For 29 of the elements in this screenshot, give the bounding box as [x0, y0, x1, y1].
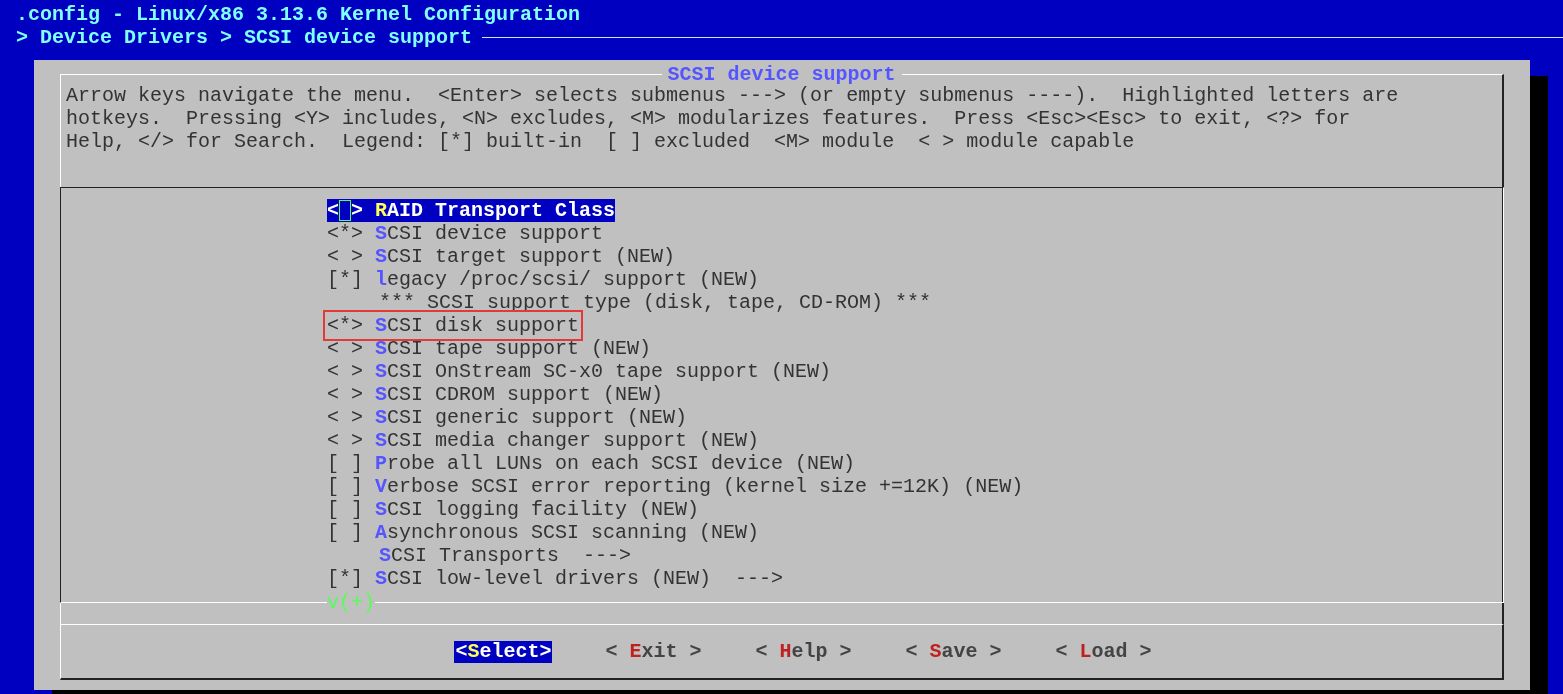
menu-button[interactable]: < Save > [904, 640, 1003, 663]
menu-button[interactable]: < Help > [754, 640, 853, 663]
menu-item[interactable]: SCSI Transports ---> [379, 544, 632, 567]
breadcrumb: > Device Drivers > SCSI device support [16, 26, 473, 49]
menu-item[interactable]: [ ] Asynchronous SCSI scanning (NEW) [327, 521, 760, 544]
help-text: Help, </> for Search. Legend: [*] built-in [ ] excluded <M> module < > module capable [66, 130, 1136, 153]
window-title: .config - Linux/x86 3.13.6 Kernel Configuration [16, 3, 581, 26]
menu-item[interactable]: < > SCSI media changer support (NEW) [327, 429, 760, 452]
menu-button[interactable]: < Exit > [604, 640, 703, 663]
menu-item[interactable]: < > SCSI generic support (NEW) [327, 406, 688, 429]
menu-button[interactable]: <Select> [454, 640, 553, 663]
menu-item[interactable]: < > SCSI target support (NEW) [327, 245, 676, 268]
menu-item[interactable]: [ ] SCSI logging facility (NEW) [327, 498, 700, 521]
more-indicator: v(+) [327, 591, 375, 614]
menu-item[interactable]: < > SCSI CDROM support (NEW) [327, 383, 664, 406]
menu-item[interactable]: <*> SCSI device support [327, 222, 604, 245]
menu-button[interactable]: < Load > [1054, 640, 1153, 663]
menu-item[interactable]: < > RAID Transport Class [327, 199, 616, 222]
help-text: Arrow keys navigate the menu. <Enter> selects submenus ---> (or empty submenus ----). Highlighted letters are [66, 84, 1400, 107]
menu-item[interactable]: < > SCSI tape support (NEW) [327, 337, 652, 360]
menu-item[interactable]: [*] SCSI low-level drivers (NEW) ---> [327, 567, 784, 590]
menu-item[interactable]: *** SCSI support type (disk, tape, CD-ROM) *** [379, 291, 932, 314]
dialog-title: SCSI device support [661, 63, 902, 86]
menu-item[interactable]: [*] legacy /proc/scsi/ support (NEW) [327, 268, 760, 291]
menu-item[interactable]: [ ] Verbose SCSI error reporting (kernel size +=12K) (NEW) [327, 475, 1024, 498]
menu-item[interactable]: < > SCSI OnStream SC-x0 tape support (NEW) [327, 360, 832, 383]
help-text: hotkeys. Pressing <Y> includes, <N> excludes, <M> modularizes features. Press <Esc><Esc> to exit, <?> for [66, 107, 1352, 130]
menu-item[interactable]: [ ] Probe all LUNs on each SCSI device (NEW) [327, 452, 856, 475]
text-cursor [339, 200, 351, 221]
